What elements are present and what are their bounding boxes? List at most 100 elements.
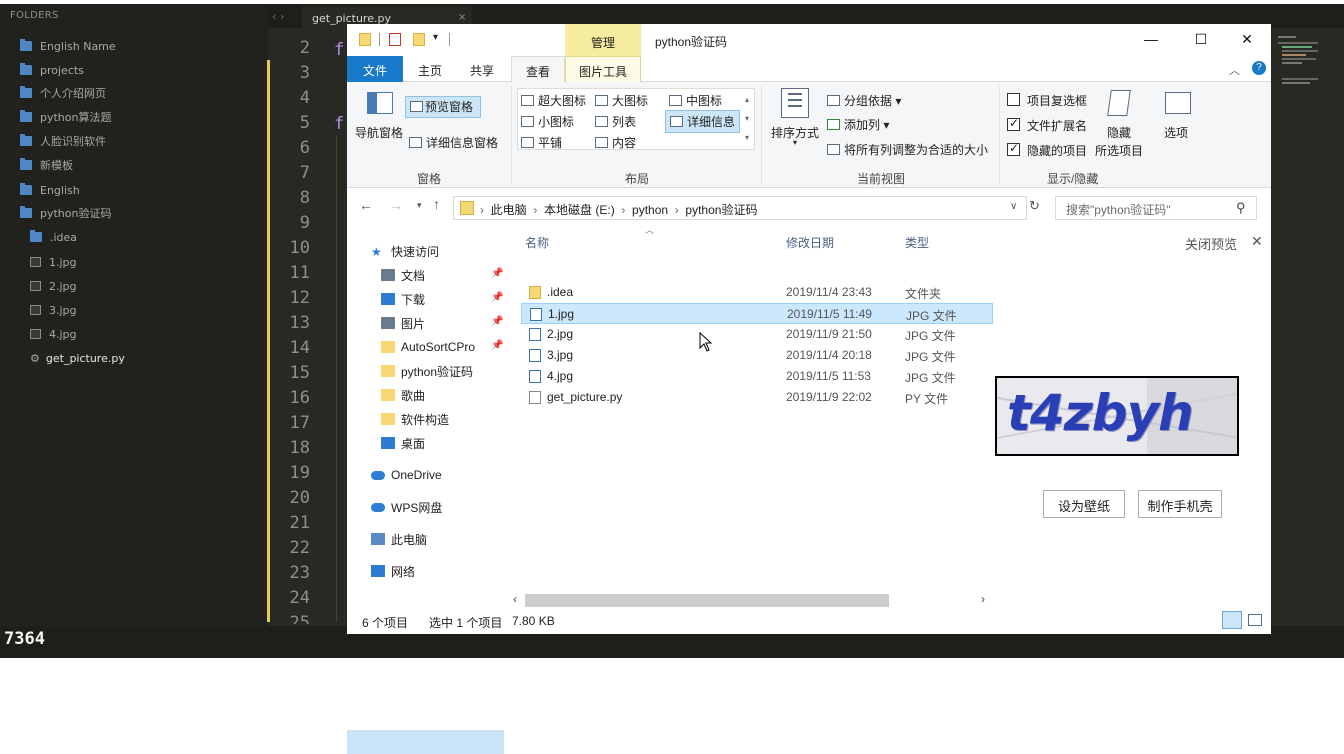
small-icons-option[interactable]: 小图标: [521, 113, 574, 130]
tab-picture-tools[interactable]: 图片工具: [565, 56, 641, 82]
sidebar-item[interactable]: 人脸识别软件: [20, 131, 106, 151]
hide-selected-label-2[interactable]: 所选项目: [1095, 142, 1143, 159]
sidebar-item[interactable]: 3.jpg: [30, 300, 77, 320]
breadcrumb-item[interactable]: 本地磁盘 (E:): [544, 203, 615, 217]
pin-icon[interactable]: 📌: [491, 268, 503, 279]
nav-item[interactable]: 下载: [381, 288, 425, 310]
minimap[interactable]: [1274, 34, 1334, 94]
tab-close-icon[interactable]: ×: [458, 12, 466, 23]
scrollbar-thumb[interactable]: [525, 594, 889, 607]
sidebar-item[interactable]: 2.jpg: [30, 276, 77, 296]
navigation-pane-icon[interactable]: [367, 92, 393, 114]
breadcrumb-item[interactable]: python: [632, 203, 668, 217]
column-type[interactable]: 类型: [905, 234, 929, 251]
manage-tab[interactable]: 管理: [565, 24, 641, 56]
details-option[interactable]: 详细信息: [665, 110, 741, 133]
help-icon[interactable]: ?: [1252, 61, 1266, 75]
file-row[interactable]: .idea 2019/11/4 23:43 文件夹: [521, 282, 993, 303]
medium-icons-option[interactable]: 中图标: [669, 92, 722, 109]
add-column-button[interactable]: 添加列 ▾: [827, 116, 889, 133]
hide-selected-icon[interactable]: [1107, 90, 1131, 116]
scroll-right-icon[interactable]: ›: [981, 592, 985, 606]
hidden-items-checkbox[interactable]: [1007, 141, 1020, 156]
options-button[interactable]: 选项: [1164, 124, 1188, 141]
file-row[interactable]: 3.jpg 2019/11/4 20:18 JPG 文件: [521, 345, 993, 366]
refresh-icon[interactable]: ↻: [1029, 198, 1040, 214]
details-view-toggle-icon[interactable]: [1222, 611, 1242, 629]
large-icons-option[interactable]: 大图标: [595, 92, 648, 109]
details-pane-button[interactable]: 详细信息窗格: [409, 134, 498, 151]
tab-file[interactable]: 文件: [347, 56, 403, 82]
sidebar-item[interactable]: python算法题: [20, 107, 111, 127]
nav-item[interactable]: 此电脑: [371, 528, 427, 550]
breadcrumb-item[interactable]: python验证码: [685, 203, 757, 217]
customize-toolbar-icon[interactable]: ▾: [433, 32, 445, 45]
sidebar-item[interactable]: 1.jpg: [30, 252, 77, 272]
column-date[interactable]: 修改日期: [786, 234, 834, 251]
sidebar-item[interactable]: projects: [20, 60, 84, 80]
set-wallpaper-button[interactable]: 设为壁纸: [1043, 490, 1125, 518]
nav-item[interactable]: python验证码: [381, 360, 473, 382]
scroll-left-icon[interactable]: ‹: [513, 592, 517, 606]
group-by-button[interactable]: 分组依据 ▾: [827, 92, 901, 109]
minimize-button[interactable]: —: [1131, 28, 1171, 52]
sidebar-item[interactable]: python验证码: [20, 203, 111, 223]
sidebar-item[interactable]: English Name: [20, 36, 116, 56]
nav-item[interactable]: 软件构造: [381, 408, 449, 430]
content-option[interactable]: 内容: [595, 134, 636, 151]
new-folder-icon[interactable]: [413, 33, 425, 46]
code-text[interactable]: f: [334, 40, 344, 60]
list-option[interactable]: 列表: [595, 113, 636, 130]
nav-item[interactable]: AutoSortCPro: [381, 336, 475, 358]
maximize-button[interactable]: ☐: [1181, 28, 1221, 52]
file-row[interactable]: get_picture.py 2019/11/9 22:02 PY 文件: [521, 387, 993, 408]
extra-large-icons-option[interactable]: 超大图标: [521, 92, 586, 109]
close-preview-label[interactable]: 关闭预览: [1185, 234, 1237, 253]
up-icon[interactable]: ↑: [433, 196, 440, 212]
close-button[interactable]: ✕: [1227, 28, 1267, 52]
sidebar-item[interactable]: 4.jpg: [30, 324, 77, 344]
sidebar-item[interactable]: 新模板: [20, 155, 73, 175]
large-icons-view-toggle-icon[interactable]: [1248, 614, 1262, 626]
item-checkboxes-checkbox[interactable]: [1007, 93, 1020, 106]
hide-selected-label-1[interactable]: 隐藏: [1107, 124, 1131, 141]
sidebar-item[interactable]: English: [20, 180, 80, 200]
sort-by-dropdown-icon[interactable]: ▾: [793, 138, 797, 147]
preview-pane-button[interactable]: 预览窗格: [405, 96, 481, 118]
horizontal-scrollbar[interactable]: ‹ ›: [511, 590, 993, 608]
tab-scroll-arrows[interactable]: ‹ ›: [272, 10, 284, 23]
gallery-scroll-icon[interactable]: ▴ ▾ ▾: [745, 90, 749, 147]
nav-item[interactable]: 网络: [371, 560, 415, 582]
tab-home[interactable]: 主页: [407, 56, 453, 82]
sidebar-item[interactable]: .idea: [30, 227, 77, 247]
nav-item[interactable]: OneDrive: [371, 464, 442, 486]
back-icon[interactable]: ←: [359, 197, 373, 213]
tab-view[interactable]: 查看: [511, 56, 565, 83]
pin-icon[interactable]: 📌: [491, 292, 503, 303]
column-name[interactable]: 名称: [525, 234, 549, 251]
tab-share[interactable]: 共享: [459, 56, 505, 82]
nav-item[interactable]: 图片: [381, 312, 425, 334]
make-phone-case-button[interactable]: 制作手机壳: [1138, 490, 1222, 518]
address-dropdown-icon[interactable]: ∨: [1010, 201, 1017, 212]
forward-icon[interactable]: →: [389, 197, 403, 213]
options-icon[interactable]: [1165, 92, 1191, 114]
nav-item[interactable]: 文档: [381, 264, 425, 286]
nav-item[interactable]: 歌曲: [381, 384, 425, 406]
close-preview-icon[interactable]: ✕: [1251, 233, 1263, 250]
navigation-pane-button[interactable]: 导航窗格: [355, 124, 403, 141]
breadcrumb-item[interactable]: 此电脑: [491, 203, 527, 217]
tiles-option[interactable]: 平铺: [521, 134, 562, 151]
quick-access-folder-icon[interactable]: [359, 33, 371, 46]
recent-locations-icon[interactable]: ▾: [417, 200, 422, 211]
address-box[interactable]: › 此电脑 › 本地磁盘 (E:) › python › python验证码 ∨: [453, 196, 1027, 220]
properties-icon[interactable]: [389, 33, 401, 46]
pin-icon[interactable]: 📌: [491, 340, 503, 351]
pin-icon[interactable]: 📌: [491, 316, 503, 327]
file-row[interactable]: 2.jpg 2019/11/9 21:50 JPG 文件: [521, 324, 993, 345]
file-row[interactable]: 1.jpg 2019/11/5 11:49 JPG 文件: [521, 303, 993, 324]
sidebar-item[interactable]: 个人介绍网页: [20, 83, 106, 103]
size-all-columns-button[interactable]: 将所有列调整为合适的大小: [827, 141, 988, 158]
sort-by-icon[interactable]: [781, 88, 809, 118]
file-extensions-checkbox[interactable]: [1007, 116, 1020, 131]
